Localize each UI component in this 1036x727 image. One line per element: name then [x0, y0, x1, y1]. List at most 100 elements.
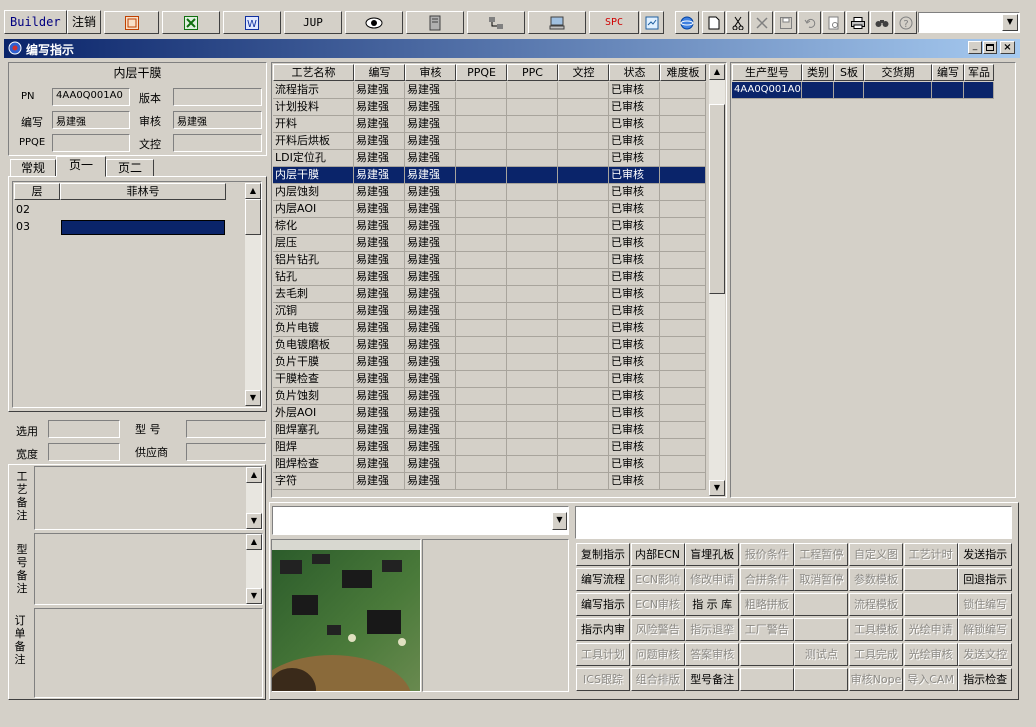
action-button[interactable]: 粗略拼板: [739, 593, 794, 616]
view-button[interactable]: [345, 11, 403, 34]
action-button[interactable]: [739, 643, 794, 666]
action-button[interactable]: 组合排版: [630, 668, 685, 691]
action-button[interactable]: 取消暂停: [794, 568, 849, 591]
action-button[interactable]: 工具计划: [576, 643, 630, 666]
tab-page-two[interactable]: 页二: [106, 159, 154, 177]
report-button[interactable]: [640, 11, 664, 34]
film-number-cell-selected[interactable]: [61, 220, 225, 235]
writer-field[interactable]: 易建强: [52, 111, 130, 129]
scroll-down-icon[interactable]: ▼: [709, 480, 725, 496]
action-button[interactable]: 编写流程: [576, 568, 630, 591]
process-row[interactable]: 负片电镀 易建强 易建强 已审核: [273, 320, 706, 337]
model-field[interactable]: [186, 420, 266, 438]
ie-button[interactable]: [675, 11, 699, 34]
action-button[interactable]: 光绘审核: [903, 643, 958, 666]
tab-page-one[interactable]: 页一: [56, 156, 106, 177]
action-button[interactable]: 指 示 库: [685, 593, 740, 616]
reviewer-field[interactable]: 易建强: [173, 111, 262, 129]
action-button[interactable]: ICS跟踪: [576, 668, 630, 691]
delete-button[interactable]: [750, 11, 773, 34]
network-button[interactable]: [467, 11, 525, 34]
process-row[interactable]: 棕化 易建强 易建强 已审核: [273, 218, 706, 235]
action-button[interactable]: 审核Nope: [849, 668, 903, 691]
process-row[interactable]: 铝片钻孔 易建强 易建强 已审核: [273, 252, 706, 269]
database-button[interactable]: [406, 11, 464, 34]
process-row[interactable]: 负片干膜 易建强 易建强 已审核: [273, 354, 706, 371]
chevron-down-icon[interactable]: ▼: [1002, 14, 1018, 31]
scroll-thumb[interactable]: [709, 104, 725, 294]
action-button[interactable]: 指示检查: [958, 668, 1013, 691]
product-col-header[interactable]: 交货期: [864, 64, 932, 81]
action-button[interactable]: 问题审核: [630, 643, 685, 666]
select-field[interactable]: [48, 420, 120, 438]
product-col-header[interactable]: 编写: [932, 64, 964, 81]
process-row[interactable]: 去毛刺 易建强 易建强 已审核: [273, 286, 706, 303]
action-button[interactable]: 编写指示: [576, 593, 630, 616]
filter-dropdown[interactable]: ▼: [272, 506, 569, 535]
scroll-up-icon[interactable]: ▲: [245, 183, 261, 199]
model-note-scrollbar[interactable]: ▲ ▼: [246, 534, 262, 604]
tab-general[interactable]: 常规: [10, 159, 56, 177]
action-button[interactable]: 流程模板: [849, 593, 903, 616]
width-field[interactable]: [48, 443, 120, 461]
process-note-field[interactable]: ▲ ▼: [34, 466, 263, 530]
print-button[interactable]: [846, 11, 869, 34]
product-col-header[interactable]: 生产型号: [732, 64, 802, 81]
logout-button[interactable]: 注销: [67, 10, 101, 34]
supplier-field[interactable]: [186, 443, 266, 461]
order-note-field[interactable]: [34, 608, 263, 698]
undo-button[interactable]: [798, 11, 821, 34]
scroll-up-icon[interactable]: ▲: [246, 467, 262, 483]
action-button[interactable]: 锁住编写: [958, 593, 1013, 616]
excel-button[interactable]: [162, 11, 220, 34]
print-preview-button[interactable]: [822, 11, 845, 34]
action-button[interactable]: [903, 568, 958, 591]
process-row[interactable]: 阻焊检查 易建强 易建强 已审核: [273, 456, 706, 473]
action-button[interactable]: 工厂警告: [739, 618, 794, 641]
action-button[interactable]: [739, 668, 794, 691]
scroll-down-icon[interactable]: ▼: [245, 390, 261, 406]
action-button[interactable]: 回退指示: [958, 568, 1013, 591]
scroll-down-icon[interactable]: ▼: [246, 513, 262, 529]
process-row[interactable]: 钻孔 易建强 易建强 已审核: [273, 269, 706, 286]
action-button[interactable]: 报价条件: [739, 543, 794, 566]
action-button[interactable]: 测试点: [794, 643, 849, 666]
process-row[interactable]: LDI定位孔 易建强 易建强 已审核: [273, 150, 706, 167]
action-button[interactable]: 复制指示: [576, 543, 630, 566]
process-row[interactable]: 沉铜 易建强 易建强 已审核: [273, 303, 706, 320]
scroll-up-icon[interactable]: ▲: [709, 64, 725, 80]
action-button[interactable]: 导入CAM: [903, 668, 958, 691]
help-button[interactable]: ?: [894, 11, 917, 34]
spc-button[interactable]: SPC: [589, 11, 639, 34]
scroll-thumb[interactable]: [245, 199, 261, 235]
process-note-scrollbar[interactable]: ▲ ▼: [246, 467, 262, 529]
action-button[interactable]: 解锁编写: [958, 618, 1013, 641]
action-button[interactable]: [794, 618, 849, 641]
computer-button[interactable]: [528, 11, 586, 34]
process-col-header[interactable]: PPC: [507, 64, 558, 81]
process-row[interactable]: 内层AOI 易建强 易建强 已审核: [273, 201, 706, 218]
action-button[interactable]: 盲埋孔板: [685, 543, 740, 566]
jup-button[interactable]: JUP: [284, 11, 342, 34]
process-col-header[interactable]: 难度板: [660, 64, 706, 81]
pn-field[interactable]: 4AA0Q001A0: [52, 88, 130, 106]
action-button[interactable]: 工程暂停: [794, 543, 849, 566]
powerpoint-button[interactable]: [104, 11, 159, 34]
action-button[interactable]: ECN影响: [630, 568, 685, 591]
product-col-header[interactable]: S板: [834, 64, 864, 81]
action-button[interactable]: 修改申请: [685, 568, 740, 591]
process-row[interactable]: 内层蚀刻 易建强 易建强 已审核: [273, 184, 706, 201]
scroll-down-icon[interactable]: ▼: [246, 588, 262, 604]
process-row[interactable]: 开料后烘板 易建强 易建强 已审核: [273, 133, 706, 150]
process-col-header[interactable]: PPQE: [456, 64, 507, 81]
process-row[interactable]: 干膜检查 易建强 易建强 已审核: [273, 371, 706, 388]
product-col-header[interactable]: 军品: [964, 64, 994, 81]
product-col-header[interactable]: 类别: [802, 64, 834, 81]
action-button[interactable]: [794, 593, 849, 616]
process-row[interactable]: 流程指示 易建强 易建强 已审核: [273, 82, 706, 99]
action-button[interactable]: 合拼条件: [739, 568, 794, 591]
process-col-header[interactable]: 审核: [405, 64, 456, 81]
process-scrollbar[interactable]: ▲ ▼: [709, 64, 725, 496]
action-button[interactable]: [794, 668, 849, 691]
builder-button[interactable]: Builder: [4, 10, 67, 34]
